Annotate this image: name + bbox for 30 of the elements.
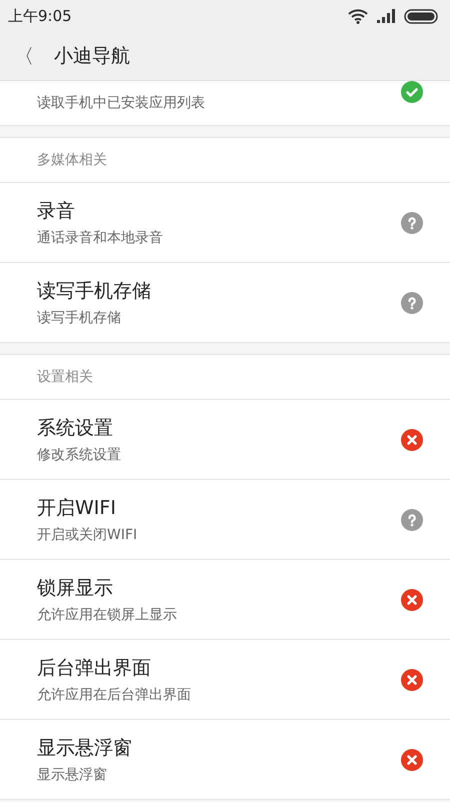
permission-description: 开启或关闭WIFI: [37, 526, 138, 544]
permission-title: 锁屏显示: [37, 576, 114, 601]
permission-title: 开启WIFI: [37, 496, 117, 521]
signal-icon: [376, 9, 396, 23]
permission-title: 读写手机存储: [37, 279, 152, 304]
status-time: 上午9:05: [8, 6, 72, 26]
permission-description: 通话录音和本地录音: [37, 229, 164, 247]
permission-description: 显示悬浮窗: [37, 766, 108, 784]
wifi-icon: [348, 8, 368, 24]
permission-title: 系统设置: [37, 416, 114, 441]
back-button[interactable]: 〈: [14, 42, 42, 70]
cross-icon: [401, 748, 423, 770]
question-icon: [401, 292, 423, 314]
page-title: 小迪导航: [54, 44, 130, 69]
permission-description: 允许应用在锁屏上显示: [37, 606, 178, 624]
permission-title: 录音: [37, 199, 76, 224]
battery-icon: [404, 8, 438, 24]
permission-title: 后台弹出界面: [37, 656, 152, 681]
permission-description: 修改系统设置: [37, 446, 122, 464]
cross-icon: [401, 668, 423, 690]
section-heading: 设置相关: [37, 368, 93, 386]
question-icon: [401, 212, 423, 234]
cross-icon: [401, 428, 423, 450]
permission-description: 读取手机中已安装应用列表: [37, 94, 206, 112]
cross-icon: [401, 588, 423, 610]
permission-title: 显示悬浮窗: [37, 736, 133, 761]
section-heading: 多媒体相关: [37, 151, 107, 169]
permission-description: 读写手机存储: [37, 309, 122, 327]
permission-description: 允许应用在后台弹出界面: [37, 686, 192, 704]
question-icon: [401, 508, 423, 530]
